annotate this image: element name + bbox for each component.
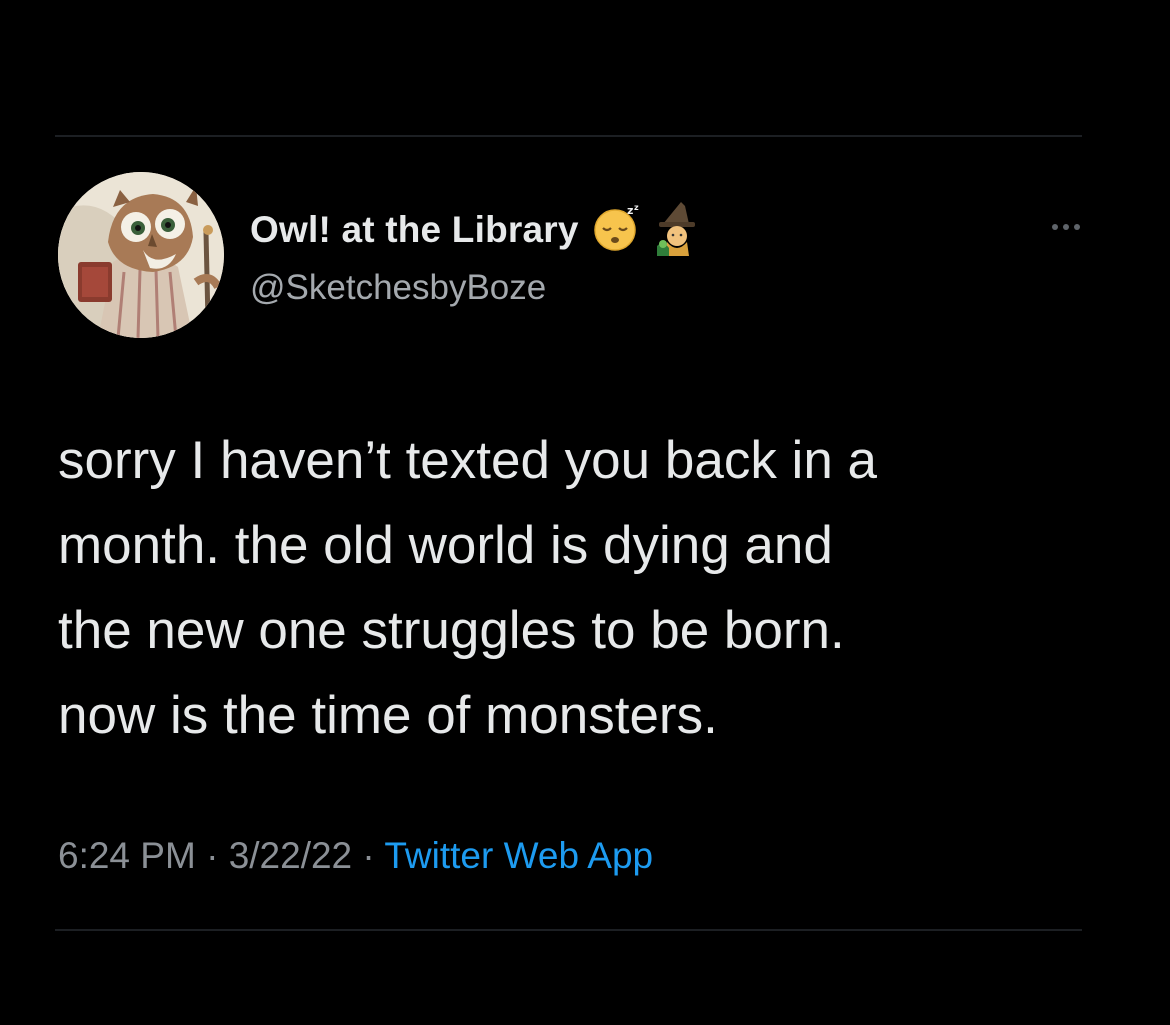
display-name-row: Owl! at the Library z z <box>250 200 705 260</box>
display-name[interactable]: Owl! at the Library <box>250 209 579 251</box>
svg-text:z: z <box>634 203 639 212</box>
more-horizontal-icon <box>1074 224 1080 230</box>
user-handle[interactable]: @SketchesbyBoze <box>250 268 546 308</box>
tweet-time[interactable]: 6:24 PM <box>58 835 196 876</box>
tweet-source-link[interactable]: Twitter Web App <box>384 835 653 876</box>
tweet-header: Owl! at the Library z z @SketchesbyBoze <box>58 172 1088 342</box>
avatar[interactable] <box>58 172 224 338</box>
meta-separator: · <box>362 835 375 876</box>
tweet-text: sorry I haven’t texted you back in a mon… <box>58 418 1118 758</box>
top-divider <box>55 135 1082 137</box>
tweet-text-line: the new one struggles to be born. <box>58 601 845 660</box>
mage-emoji <box>655 200 705 261</box>
svg-text:z: z <box>627 204 633 217</box>
tweet-text-line: month. the old world is dying and <box>58 516 833 575</box>
more-horizontal-icon <box>1052 224 1058 230</box>
tweet-date[interactable]: 3/22/22 <box>229 835 352 876</box>
tweet-text-line: now is the time of monsters. <box>58 686 718 745</box>
meta-separator: · <box>206 835 219 876</box>
tweet-metadata: 6:24 PM · 3/22/22 · Twitter Web App <box>58 835 653 877</box>
bottom-divider <box>55 929 1082 931</box>
more-options-button[interactable] <box>1044 212 1088 242</box>
tweet-text-line: sorry I haven’t texted you back in a <box>58 431 877 490</box>
more-horizontal-icon <box>1063 224 1069 230</box>
owl-avatar-image <box>58 172 224 338</box>
sleeping-face-emoji: z z <box>591 202 643 259</box>
